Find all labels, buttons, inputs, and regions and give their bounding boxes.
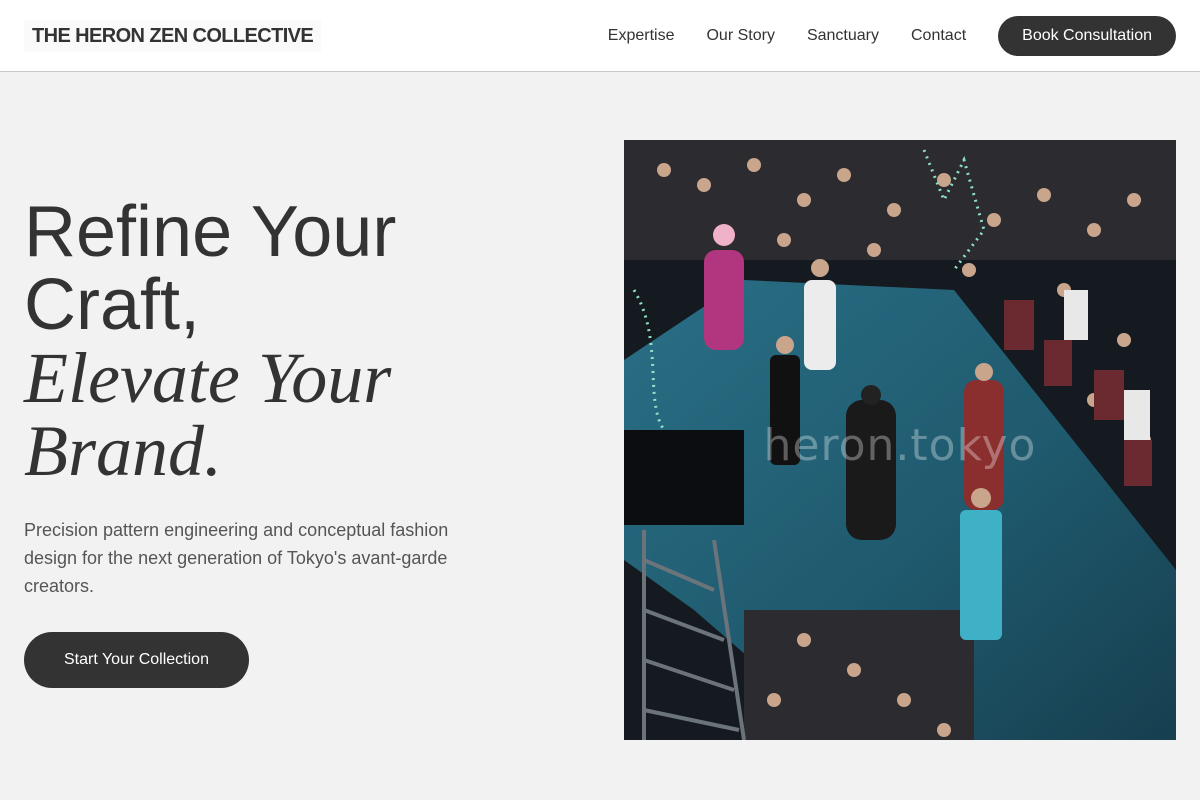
- main-nav: Expertise Our Story Sanctuary Contact Bo…: [608, 16, 1176, 56]
- nav-link-our-story[interactable]: Our Story: [706, 16, 774, 56]
- start-collection-button[interactable]: Start Your Collection: [24, 632, 249, 688]
- watermark-text: heron.tokyo: [763, 420, 1037, 471]
- runway-photo: heron.tokyo: [624, 140, 1176, 740]
- book-consultation-button[interactable]: Book Consultation: [998, 16, 1176, 56]
- hero-description: Precision pattern engineering and concep…: [24, 520, 449, 596]
- headline-line-2: Elevate Your Brand.: [24, 338, 392, 491]
- headline-line-1: Refine Your Craft,: [24, 192, 397, 345]
- hero-headline: Refine Your Craft, Elevate Your Brand.: [24, 196, 504, 488]
- brand-logo[interactable]: THE HERON ZEN COLLECTIVE: [24, 20, 322, 52]
- nav-link-expertise[interactable]: Expertise: [608, 16, 675, 56]
- nav-link-contact[interactable]: Contact: [911, 16, 966, 56]
- site-header: THE HERON ZEN COLLECTIVE Expertise Our S…: [0, 0, 1200, 72]
- nav-link-sanctuary[interactable]: Sanctuary: [807, 16, 879, 56]
- hero-section: Refine Your Craft, Elevate Your Brand. P…: [24, 196, 504, 688]
